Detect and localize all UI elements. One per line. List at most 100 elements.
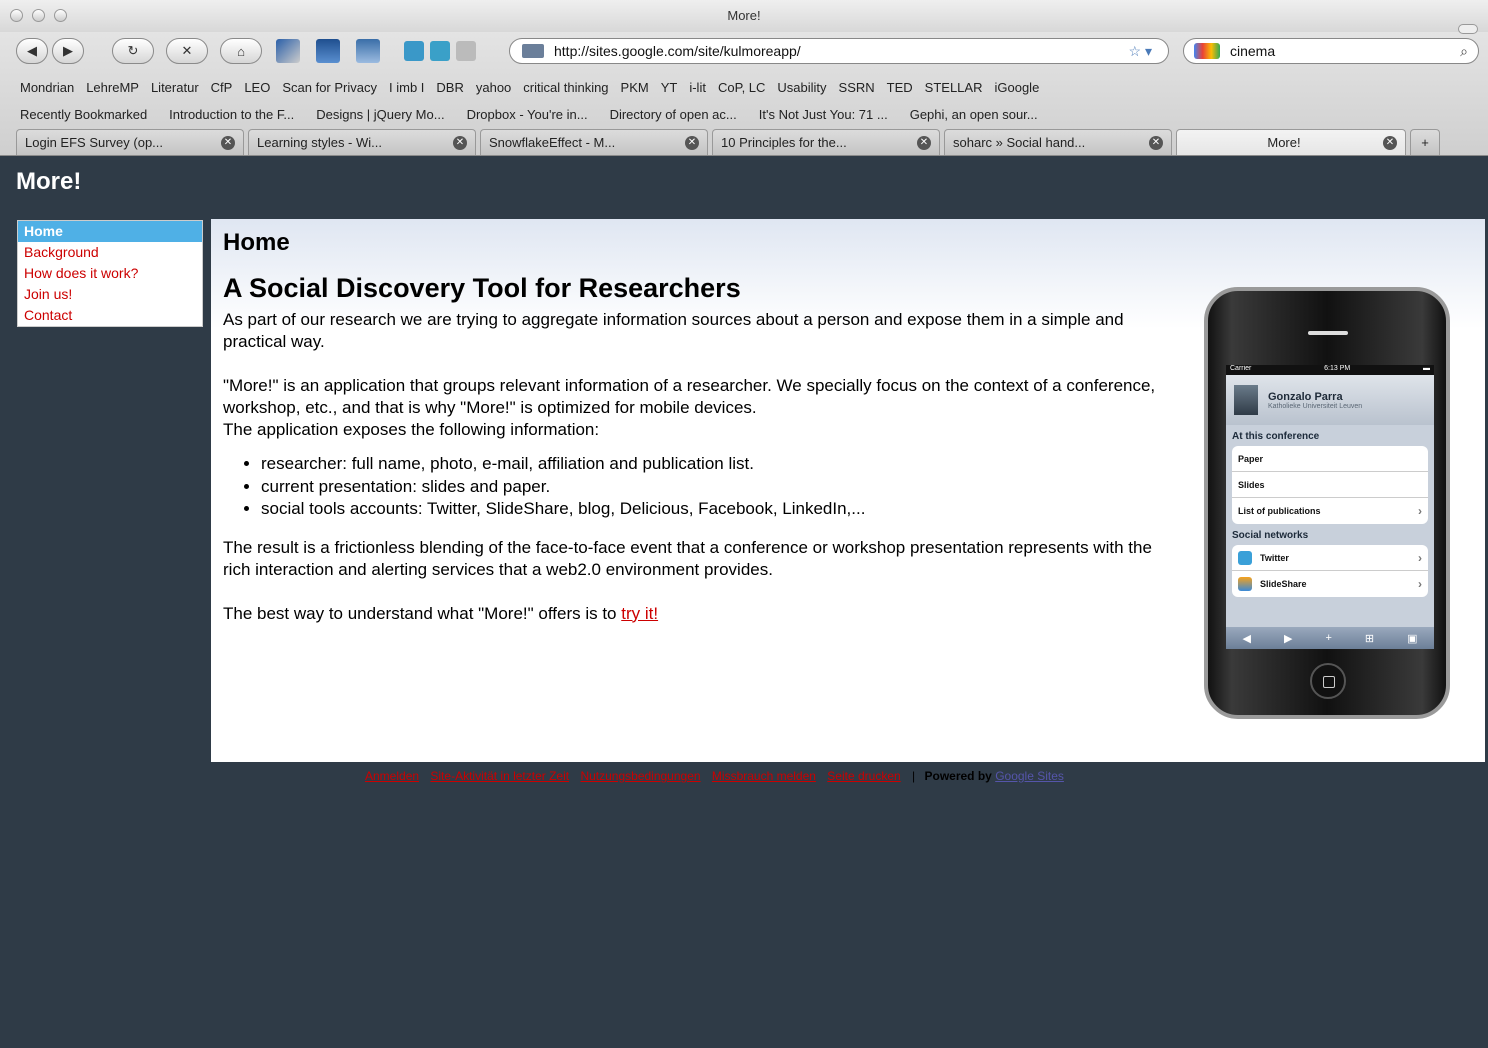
close-tab-icon[interactable]: ✕: [453, 135, 467, 150]
site-title: More!: [16, 168, 82, 195]
bookmark-item[interactable]: Mondrian: [20, 80, 74, 95]
bookmark-item[interactable]: STELLAR: [925, 80, 983, 95]
chevron-right-icon: ›: [1418, 550, 1422, 565]
slideshare-icon: [1238, 577, 1252, 591]
close-tab-icon[interactable]: ✕: [917, 135, 931, 150]
footer-link-print[interactable]: Seite drucken: [827, 769, 900, 783]
bookmark-item[interactable]: CfP: [211, 80, 233, 95]
try-it-link[interactable]: try it!: [621, 604, 658, 623]
phone-section-title: Social networks: [1232, 530, 1309, 541]
plus-icon: +: [1325, 632, 1332, 644]
new-tab-button[interactable]: +: [1410, 129, 1440, 155]
powered-by-label: Powered by: [924, 769, 992, 783]
sidebar-item-home[interactable]: Home: [18, 221, 202, 242]
close-tab-icon[interactable]: ✕: [685, 135, 699, 150]
bookmark-item[interactable]: i-lit: [689, 80, 706, 95]
star-icon[interactable]: ☆ ▾: [1129, 43, 1152, 60]
search-input[interactable]: cinema ⌕: [1183, 38, 1479, 64]
back-arrow-icon: ◀: [1242, 632, 1251, 645]
footer-link-site-activity[interactable]: Site-Aktivität in letzter Zeit: [430, 769, 569, 783]
close-window-button[interactable]: [10, 9, 23, 22]
phone-row: Slides: [1232, 472, 1428, 498]
url-bar[interactable]: http://sites.google.com/site/kulmoreapp/…: [509, 38, 1169, 64]
google-sites-link[interactable]: Google Sites: [995, 769, 1064, 783]
phone-row: SlideShare ›: [1232, 571, 1428, 597]
tab-label: More!: [1267, 135, 1301, 150]
footer-link-report-abuse[interactable]: Missbrauch melden: [712, 769, 816, 783]
back-button[interactable]: ◀: [16, 38, 48, 64]
reload-button[interactable]: ↻: [112, 38, 154, 64]
close-tab-icon[interactable]: ✕: [1149, 135, 1163, 150]
close-tab-icon[interactable]: ✕: [221, 135, 235, 150]
bookmark-item[interactable]: Directory of open ac...: [610, 107, 737, 122]
bookmark-item[interactable]: DBR: [436, 80, 463, 95]
forward-arrow-icon: ▶: [1283, 632, 1293, 645]
row-label: List of publications: [1238, 506, 1321, 516]
bookmark-item[interactable]: Usability: [777, 80, 826, 95]
bookmark-item[interactable]: I imb I: [389, 80, 424, 95]
bookmark-item[interactable]: YT: [661, 80, 678, 95]
section-heading: A Social Discovery Tool for Researchers: [223, 273, 741, 303]
addon-icon[interactable]: [276, 39, 300, 63]
plus-icon: +: [1421, 135, 1429, 150]
minimize-window-button[interactable]: [32, 9, 45, 22]
reload-icon: ↻: [127, 43, 139, 58]
bookmark-item[interactable]: Designs | jQuery Mo...: [316, 107, 444, 122]
stop-button[interactable]: ✕: [166, 38, 208, 64]
back-arrow-icon: ◀: [27, 43, 37, 58]
bookmark-item[interactable]: SSRN: [839, 80, 875, 95]
twitter-icon: [1238, 550, 1252, 565]
tab[interactable]: Learning styles - Wi... ✕: [248, 129, 476, 155]
addon-icon[interactable]: [430, 41, 450, 61]
bookmark-item[interactable]: Literatur: [151, 80, 199, 95]
url-text: http://sites.google.com/site/kulmoreapp/: [554, 43, 801, 59]
phone-status-bar: Carrier 6:13 PM ▬: [1226, 365, 1434, 375]
footer-link-terms[interactable]: Nutzungsbedingungen: [580, 769, 700, 783]
phone-list: Paper Slides List of publications ›: [1232, 446, 1428, 524]
bookmark-item[interactable]: iGoogle: [994, 80, 1039, 95]
tab-active[interactable]: More! ✕: [1176, 129, 1406, 155]
addon-icon[interactable]: [316, 39, 340, 63]
bookmark-item[interactable]: PKM: [621, 80, 649, 95]
home-button[interactable]: ⌂: [220, 38, 262, 64]
bookmark-item[interactable]: yahoo: [476, 80, 511, 95]
bookmark-item[interactable]: LehreMP: [86, 80, 139, 95]
tab[interactable]: soharc » Social hand... ✕: [944, 129, 1172, 155]
bookmark-item[interactable]: Introduction to the F...: [169, 107, 294, 122]
tag-icon[interactable]: [356, 39, 380, 63]
bookmark-item[interactable]: It's Not Just You: 71 ...: [759, 107, 888, 122]
phone-section-title: At this conference: [1232, 431, 1320, 442]
main-content: Home A Social Discovery Tool for Researc…: [211, 219, 1485, 762]
stop-icon: ✕: [181, 43, 193, 58]
paragraph: The best way to understand what "More!" …: [223, 603, 1183, 625]
bookmarks-bar: Mondrian LehreMP Literatur CfP LEO Scan …: [0, 74, 1488, 100]
bookmark-item[interactable]: Recently Bookmarked: [20, 107, 147, 122]
search-icon[interactable]: ⌕: [1460, 43, 1468, 60]
bookmark-item[interactable]: LEO: [244, 80, 270, 95]
bookmark-item[interactable]: Gephi, an open sour...: [910, 107, 1038, 122]
close-tab-icon[interactable]: ✕: [1382, 135, 1397, 150]
addon-icon[interactable]: [456, 41, 476, 61]
pages-icon: ▣: [1407, 632, 1418, 645]
sidebar-item-how-does-it-work[interactable]: How does it work?: [18, 263, 202, 284]
bookmark-item[interactable]: TED: [887, 80, 913, 95]
bookmark-item[interactable]: Scan for Privacy: [282, 80, 377, 95]
list-item: social tools accounts: Twitter, SlideSha…: [261, 498, 1183, 521]
sidebar-item-join-us[interactable]: Join us!: [18, 284, 202, 305]
profile-name: Gonzalo Parra: [1268, 390, 1343, 403]
sidebar-item-background[interactable]: Background: [18, 242, 202, 263]
sidebar-item-contact[interactable]: Contact: [18, 305, 202, 326]
toolbar-toggle-button[interactable]: [1458, 24, 1478, 34]
bookmark-item[interactable]: CoP, LC: [718, 80, 765, 95]
row-label: Slides: [1238, 479, 1265, 490]
footer-link-anmelden[interactable]: Anmelden: [365, 769, 419, 783]
forward-button[interactable]: ▶: [52, 38, 84, 64]
addon-icon[interactable]: [404, 41, 424, 61]
tab[interactable]: 10 Principles for the... ✕: [712, 129, 940, 155]
bookmark-item[interactable]: critical thinking: [523, 80, 608, 95]
zoom-window-button[interactable]: [54, 9, 67, 22]
tab[interactable]: Login EFS Survey (op... ✕: [16, 129, 244, 155]
tab[interactable]: SnowflakeEffect - M... ✕: [480, 129, 708, 155]
browser-chrome: More! ◀ ▶ ↻ ✕ ⌂ http://sites.google.com/…: [0, 0, 1488, 156]
bookmark-item[interactable]: Dropbox - You're in...: [467, 107, 588, 122]
